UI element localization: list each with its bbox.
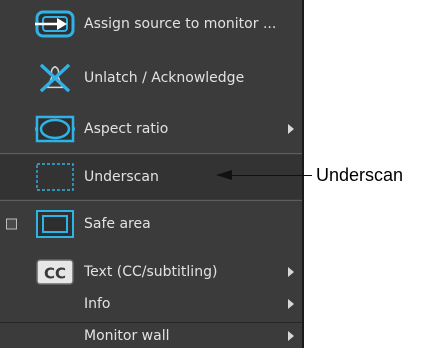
callout-label: Underscan: [316, 165, 404, 185]
submenu-arrow-icon: [288, 330, 294, 341]
safe-area-checkbox[interactable]: [6, 218, 17, 230]
submenu-arrow-icon: [288, 299, 294, 309]
menu-item-label: Info: [84, 296, 111, 312]
menu-item-aspect-ratio[interactable]: Aspect ratio: [0, 107, 302, 151]
menu-item-underscan[interactable]: Underscan: [0, 155, 302, 199]
menu-item-label: Aspect ratio: [84, 121, 169, 137]
aspect-ratio-icon: [35, 115, 75, 143]
menu-item-assign-source[interactable]: Assign source to monitor ...: [0, 2, 302, 46]
submenu-arrow-icon: [288, 267, 294, 277]
menu-item-label: Text (CC/subtitling): [84, 264, 218, 280]
unlatch-acknowledge-icon: [39, 63, 71, 93]
submenu-arrow-icon: [288, 124, 294, 134]
menu-item-label: Monitor wall: [84, 327, 170, 344]
menu-item-label: Unlatch / Acknowledge: [84, 70, 245, 86]
menu-separator: [0, 153, 302, 154]
assign-source-icon: [35, 10, 75, 38]
menu-item-label: Safe area: [84, 216, 151, 232]
menu-item-unlatch-acknowledge[interactable]: Unlatch / Acknowledge: [0, 56, 302, 100]
menu-item-label: Assign source to monitor ...: [84, 16, 277, 32]
callout-line: [232, 175, 312, 176]
menu-separator: [0, 200, 302, 201]
safe-area-icon: [36, 210, 74, 238]
context-menu: Assign source to monitor ... Unlatch / A…: [0, 0, 304, 348]
cc-icon: CC: [36, 259, 74, 285]
menu-item-safe-area[interactable]: Safe area: [0, 202, 302, 246]
menu-item-monitor-wall[interactable]: Monitor wall: [0, 323, 302, 348]
menu-item-info[interactable]: Info: [0, 286, 302, 322]
underscan-icon: [36, 163, 74, 191]
menu-item-label: Underscan: [84, 169, 159, 185]
callout-arrow-icon: [216, 170, 232, 180]
svg-text:CC: CC: [44, 265, 66, 283]
